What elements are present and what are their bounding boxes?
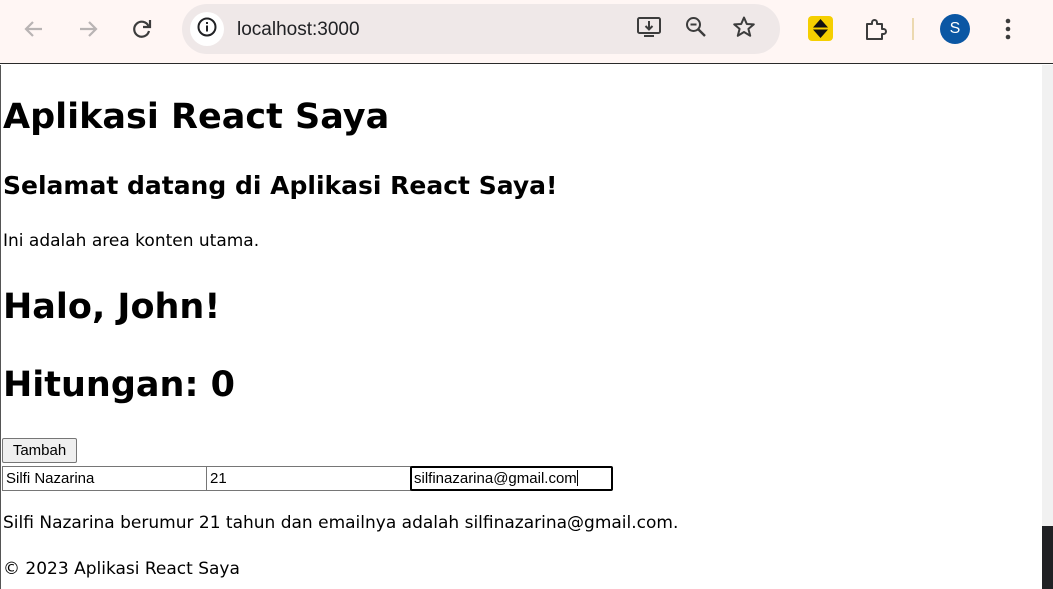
reload-icon bbox=[131, 18, 153, 40]
install-app-icon bbox=[636, 15, 662, 43]
add-button[interactable]: Tambah bbox=[2, 438, 77, 463]
email-input-value: silfinazarina@gmail.com bbox=[414, 470, 577, 487]
info-icon bbox=[196, 16, 218, 42]
reload-button[interactable] bbox=[124, 11, 160, 47]
bookmark-button[interactable] bbox=[728, 13, 760, 45]
summary-text: Silfi Nazarina berumur 21 tahun dan emai… bbox=[3, 513, 679, 533]
welcome-heading: Selamat datang di Aplikasi React Saya! bbox=[3, 171, 558, 200]
browser-toolbar: localhost:3000 S bbox=[0, 0, 1053, 64]
site-info-button[interactable] bbox=[190, 12, 224, 46]
zoom-out-icon bbox=[684, 15, 708, 43]
address-bar[interactable]: localhost:3000 bbox=[182, 4, 780, 54]
arrow-right-icon bbox=[77, 18, 99, 40]
arrow-left-icon bbox=[23, 18, 45, 40]
browser-menu-button[interactable] bbox=[990, 11, 1026, 47]
kebab-menu-icon bbox=[1004, 17, 1012, 41]
forward-button[interactable] bbox=[70, 11, 106, 47]
extension-sort-icon bbox=[808, 19, 833, 45]
extension-button[interactable] bbox=[808, 16, 833, 41]
name-input[interactable]: Silfi Nazarina bbox=[2, 466, 207, 491]
toolbar-separator bbox=[912, 18, 914, 40]
back-button[interactable] bbox=[16, 11, 52, 47]
content-text: Ini adalah area konten utama. bbox=[3, 231, 260, 251]
app-title: Aplikasi React Saya bbox=[3, 97, 390, 137]
zoom-button[interactable] bbox=[680, 13, 712, 45]
name-input-value: Silfi Nazarina bbox=[6, 470, 95, 487]
age-input-value: 21 bbox=[210, 470, 227, 487]
greeting-heading: Halo, John! bbox=[3, 287, 221, 327]
taskbar-edge bbox=[1042, 526, 1053, 589]
age-input[interactable]: 21 bbox=[206, 466, 411, 491]
email-input[interactable]: silfinazarina@gmail.com bbox=[410, 466, 613, 491]
url-text[interactable]: localhost:3000 bbox=[237, 19, 360, 41]
install-app-button[interactable] bbox=[633, 13, 665, 45]
text-caret bbox=[576, 470, 578, 486]
puzzle-icon bbox=[863, 16, 889, 42]
star-icon bbox=[732, 15, 756, 43]
footer-text: © 2023 Aplikasi React Saya bbox=[3, 559, 240, 579]
page-edge bbox=[1042, 65, 1053, 589]
page-viewport: Aplikasi React Saya Selamat datang di Ap… bbox=[0, 65, 1042, 589]
counter-heading: Hitungan: 0 bbox=[3, 365, 235, 405]
profile-avatar-button[interactable]: S bbox=[940, 14, 970, 44]
extensions-menu-button[interactable] bbox=[858, 11, 894, 47]
